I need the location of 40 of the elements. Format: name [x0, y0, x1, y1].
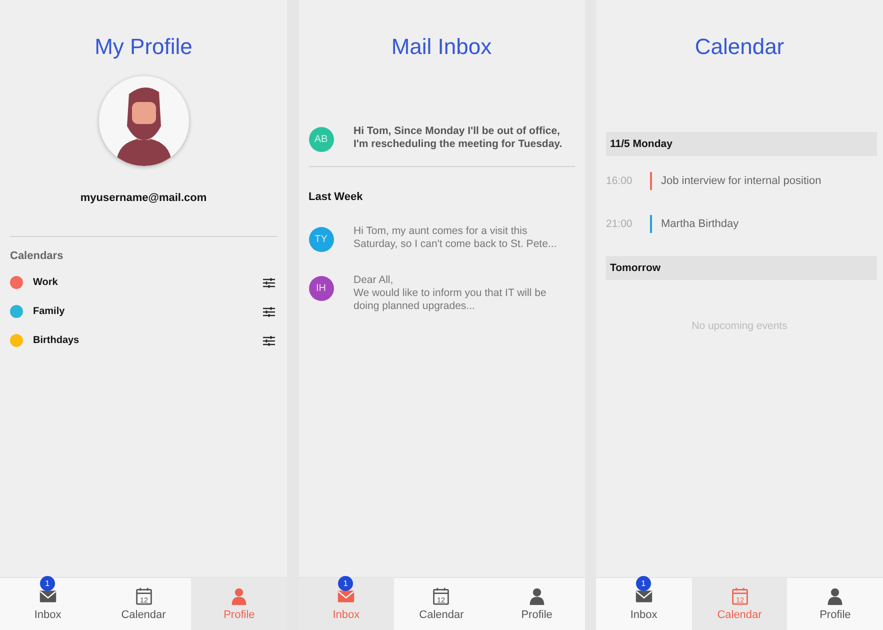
calendar-name[interactable]: Birthdays: [33, 335, 263, 346]
unread-badge: 1: [338, 576, 354, 591]
user-email: myusername@mail.com: [80, 192, 207, 204]
screen-title: My Profile: [94, 33, 192, 61]
message-preview[interactable]: Hi Tom, Since Monday I'll be out of office, I'm rescheduling the meeting for Tuesday.: [354, 125, 562, 151]
message-preview[interactable]: Dear All, We would like to inform you that IT will be doing planned upgrades...: [354, 274, 546, 313]
event-time: 16:00: [606, 175, 634, 187]
section-heading: Calendars: [10, 250, 64, 262]
unread-badge: 1: [636, 576, 651, 591]
person-icon: [528, 587, 546, 605]
sender-avatar: IH: [308, 276, 334, 301]
sender-avatar: TY: [308, 227, 334, 252]
nav-tab[interactable]: 12 Calendar: [394, 578, 490, 630]
sender-avatar: AB: [308, 127, 334, 152]
event-title[interactable]: Martha Birthday: [661, 218, 739, 230]
day-header: 11/5 Monday: [606, 132, 877, 156]
screen-title: Calendar: [694, 33, 784, 61]
calendar-name[interactable]: Work: [33, 277, 263, 288]
calendar-icon: 12: [432, 587, 450, 605]
sliders-icon[interactable]: [263, 306, 275, 316]
screen-title: Mail Inbox: [391, 33, 492, 61]
event-time: 21:00: [606, 218, 634, 230]
day-header: Tomorrow: [606, 256, 877, 280]
sliders-icon[interactable]: [263, 278, 275, 288]
message-preview[interactable]: Hi Tom, my aunt comes for a visit this Saturday, so I can't come back to St. Pete...: [354, 225, 557, 251]
unread-badge: 1: [40, 576, 55, 591]
calendar-icon: 12: [134, 587, 152, 605]
sliders-icon[interactable]: [263, 336, 275, 346]
nav-tab[interactable]: 1 Inbox: [0, 578, 96, 630]
person-icon: [826, 587, 844, 605]
nav-tab[interactable]: Profile: [489, 578, 584, 630]
nav-tab[interactable]: 12 Calendar: [96, 578, 192, 630]
person-icon: [230, 587, 248, 605]
calendar-icon: 12: [730, 587, 748, 605]
calendar-name[interactable]: Family: [33, 306, 263, 317]
event-title[interactable]: Job interview for internal position: [661, 175, 822, 187]
nav-tab[interactable]: Profile: [787, 578, 883, 630]
nav-tab[interactable]: 1 Inbox: [596, 578, 692, 630]
group-heading: Last Week: [308, 191, 364, 203]
nav-tab[interactable]: 1 Inbox: [298, 578, 394, 630]
